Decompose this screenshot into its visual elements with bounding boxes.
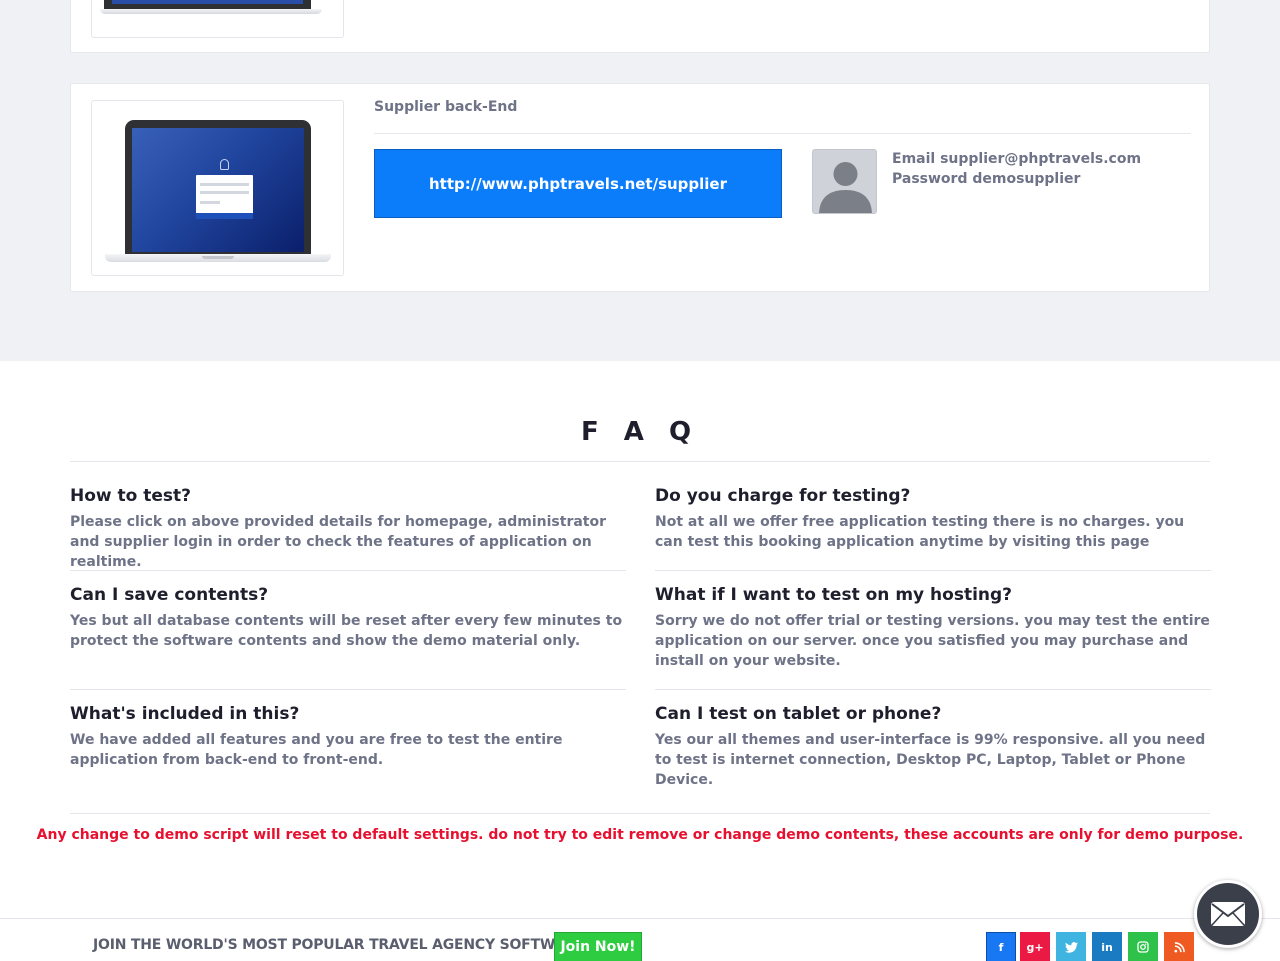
user-icon: [220, 159, 229, 170]
supplier-credentials: Email supplier@phptravels.com Password d…: [892, 149, 1141, 189]
join-promo-text: JOIN THE WORLD'S MOST POPULAR TRAVEL AGE…: [93, 937, 586, 953]
warning-divider: [70, 813, 1210, 814]
contact-mail-button[interactable]: [1194, 880, 1262, 948]
faq-answer: Not at all we offer free application tes…: [655, 514, 1185, 550]
faq-item: What's included in this? We have added a…: [70, 702, 626, 770]
card-divider: [374, 133, 1191, 134]
supplier-demo-card: Supplier back-End http://www.phptravels.…: [70, 83, 1210, 292]
faq-question: Can I test on tablet or phone?: [655, 704, 942, 724]
previous-demo-screenshot: [91, 0, 344, 38]
faq-item: How to test? Please click on above provi…: [70, 484, 626, 572]
faq-answer: We have added all features and you are f…: [70, 732, 563, 768]
faq-divider: [655, 570, 1211, 571]
join-footer-bar: JOIN THE WORLD'S MOST POPULAR TRAVEL AGE…: [0, 918, 1280, 961]
demo-accounts-section: Supplier back-End http://www.phptravels.…: [0, 0, 1280, 361]
demo-warning-text: Any change to demo script will reset to …: [36, 827, 1244, 843]
supplier-password: Password demosupplier: [892, 171, 1081, 187]
faq-item: Can I save contents? Yes but all databas…: [70, 583, 626, 651]
envelope-icon: [1211, 902, 1245, 926]
faq-answer: Yes but all database contents will be re…: [70, 613, 623, 649]
faq-question: What's included in this?: [70, 704, 300, 724]
twitter-icon[interactable]: [1056, 932, 1086, 961]
laptop-image: [125, 120, 311, 256]
card-title: Supplier back-End: [374, 99, 518, 115]
facebook-icon[interactable]: f: [986, 932, 1016, 961]
faq-item: Can I test on tablet or phone? Yes our a…: [655, 702, 1211, 790]
linkedin-icon[interactable]: in: [1092, 932, 1122, 961]
faq-divider: [70, 689, 626, 690]
join-now-button[interactable]: Join Now!: [554, 932, 642, 961]
faq-answer: Please click on above provided details f…: [70, 514, 607, 570]
faq-answer: Sorry we do not offer trial or testing v…: [655, 613, 1210, 669]
user-avatar-icon: [812, 149, 877, 214]
previous-demo-card: [70, 0, 1210, 53]
supplier-email: Email supplier@phptravels.com: [892, 151, 1142, 167]
faq-item: Do you charge for testing? Not at all we…: [655, 484, 1211, 552]
faq-item: What if I want to test on my hosting? So…: [655, 583, 1211, 671]
supplier-url-button[interactable]: http://www.phptravels.net/supplier: [374, 149, 782, 218]
rss-icon[interactable]: [1164, 932, 1194, 961]
supplier-screenshot: [91, 100, 344, 276]
faq-answer: Yes our all themes and user-interface is…: [655, 732, 1206, 788]
login-form-image: [196, 175, 253, 219]
faq-question: Can I save contents?: [70, 585, 269, 605]
faq-question: What if I want to test on my hosting?: [655, 585, 1013, 605]
faq-question: How to test?: [70, 486, 192, 506]
instagram-icon[interactable]: [1128, 932, 1158, 961]
google-plus-icon[interactable]: g+: [1020, 932, 1050, 961]
faq-divider: [655, 689, 1211, 690]
faq-question: Do you charge for testing?: [655, 486, 911, 506]
faq-title-divider: [70, 461, 1210, 462]
faq-divider: [70, 570, 626, 571]
faq-title: F A Q: [580, 417, 700, 447]
